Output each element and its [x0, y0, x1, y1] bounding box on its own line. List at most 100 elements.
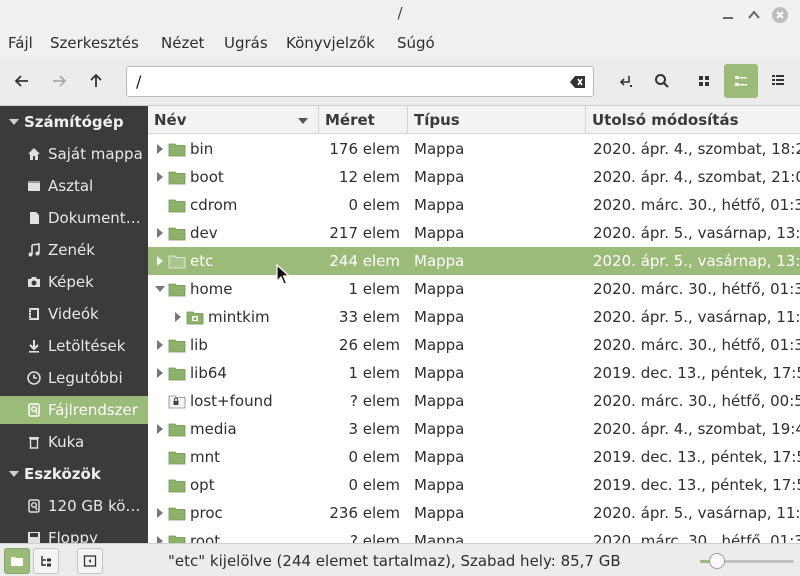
- forward-button[interactable]: [42, 64, 76, 98]
- file-name: mnt: [190, 448, 220, 466]
- chevron-right-icon[interactable]: [157, 424, 163, 434]
- compact-view-button[interactable]: [761, 64, 795, 98]
- file-modified: 2020. ápr. 4., szombat, 21:02: [593, 168, 800, 186]
- menu-file[interactable]: Fájl: [8, 34, 33, 52]
- sidebar-item-filesystem[interactable]: Fájlrendszer: [0, 396, 148, 424]
- hide-sidebar-button[interactable]: [77, 548, 103, 574]
- sidebar-item-volume[interactable]: 120 GB kötet: [0, 492, 148, 520]
- sidebar-item-music[interactable]: Zenék: [0, 236, 148, 264]
- file-modified: 2020. márc. 30., hétfő, 01:34: [593, 336, 800, 354]
- file-type: Mappa: [414, 252, 465, 270]
- clock-icon: [26, 370, 42, 386]
- file-name: home: [190, 280, 233, 298]
- grid-icon: [699, 76, 709, 86]
- chevron-right-icon[interactable]: [157, 256, 163, 266]
- column-name[interactable]: Név: [148, 106, 319, 134]
- table-row[interactable]: media 3 elem Mappa 2020. ápr. 4., szombat, …: [148, 415, 800, 443]
- sidebar-item-trash[interactable]: Kuka: [0, 428, 148, 456]
- chevron-right-icon[interactable]: [157, 340, 163, 350]
- table-row[interactable]: etc 244 elem Mappa 2020. ápr. 5., vasárnap,…: [148, 247, 800, 275]
- sidebar-item-recent[interactable]: Legutóbbi: [0, 364, 148, 392]
- table-row[interactable]: dev 217 elem Mappa 2020. ápr. 5., vasárnap,…: [148, 219, 800, 247]
- table-row[interactable]: home 1 elem Mappa 2020. márc. 30., hétfő, 0…: [148, 275, 800, 303]
- drive-icon: [26, 402, 42, 418]
- file-size: 33 elem: [338, 308, 400, 326]
- column-type[interactable]: Típus: [408, 106, 586, 134]
- chevron-right-icon[interactable]: [175, 312, 181, 322]
- file-size: ? elem: [350, 392, 400, 410]
- title-bar: /: [0, 0, 800, 30]
- minimize-button[interactable]: [718, 5, 738, 25]
- music-icon: [26, 242, 42, 258]
- sidebar: Számítógép Saját mappa Asztal Dokumentum…: [0, 106, 148, 543]
- show-tree-button[interactable]: [33, 548, 59, 574]
- table-row[interactable]: root ? elem Mappa 2020. márc. 30., hétfő, 0…: [148, 527, 800, 543]
- zoom-slider-handle[interactable]: [709, 553, 725, 569]
- location-text[interactable]: /: [136, 72, 141, 91]
- file-size: 217 elem: [329, 224, 400, 242]
- table-row[interactable]: mintkim 33 elem Mappa 2020. ápr. 5., vasárn…: [148, 303, 800, 331]
- file-size: 0 elem: [348, 476, 400, 494]
- table-row[interactable]: proc 236 elem Mappa 2020. ápr. 5., vasárnap…: [148, 499, 800, 527]
- sidebar-item-desktop[interactable]: Asztal: [0, 172, 148, 200]
- table-row[interactable]: bin 176 elem Mappa 2020. ápr. 4., szombat, …: [148, 135, 800, 163]
- maximize-button[interactable]: [744, 5, 764, 25]
- arrow-left-icon: [14, 75, 28, 87]
- sidebar-item-downloads[interactable]: Letöltések: [0, 332, 148, 360]
- sidebar-item-home[interactable]: Saját mappa: [0, 140, 148, 168]
- file-name: lib64: [190, 364, 227, 382]
- folder-icon: [168, 141, 186, 157]
- table-row[interactable]: lib 26 elem Mappa 2020. márc. 30., hétfő, 0…: [148, 331, 800, 359]
- back-button[interactable]: [5, 64, 39, 98]
- table-row[interactable]: lib64 1 elem Mappa 2019. dec. 13., péntek, …: [148, 359, 800, 387]
- menu-bookmarks[interactable]: Könyvjelzők: [286, 34, 375, 52]
- chevron-right-icon[interactable]: [157, 368, 163, 378]
- table-row[interactable]: opt 0 elem Mappa 2019. dec. 13., péntek, 17…: [148, 471, 800, 499]
- menu-edit[interactable]: Szerkesztés: [50, 34, 139, 52]
- sidebar-item-documents[interactable]: Dokumentumok: [0, 204, 148, 232]
- file-name: bin: [190, 140, 214, 158]
- folder-icon: [168, 449, 186, 465]
- chevron-right-icon[interactable]: [157, 144, 163, 154]
- chevron-right-icon[interactable]: [157, 508, 163, 518]
- floppy-icon: [26, 530, 42, 543]
- menu-go[interactable]: Ugrás: [224, 34, 268, 52]
- table-row[interactable]: lost+found ? elem Mappa 2020. márc. 30., hé…: [148, 387, 800, 415]
- close-button[interactable]: [770, 5, 790, 25]
- folder-icon: [168, 281, 186, 297]
- window-title: /: [397, 4, 403, 22]
- table-row[interactable]: boot 12 elem Mappa 2020. ápr. 4., szombat, …: [148, 163, 800, 191]
- table-row[interactable]: mnt 0 elem Mappa 2019. dec. 13., péntek, 17…: [148, 443, 800, 471]
- sidebar-section-computer[interactable]: Számítógép: [0, 108, 148, 136]
- chevron-right-icon[interactable]: [157, 228, 163, 238]
- file-size: 3 elem: [348, 420, 400, 438]
- column-header: Név Méret Típus Utolsó módosítás: [148, 106, 800, 134]
- file-modified: 2020. ápr. 5., vasárnap, 11:42: [593, 308, 800, 326]
- location-bar[interactable]: /: [126, 66, 594, 97]
- list-view-button[interactable]: [724, 64, 758, 98]
- file-name: media: [190, 420, 237, 438]
- file-type: Mappa: [414, 140, 465, 158]
- sidebar-item-floppy[interactable]: Floppy: [0, 524, 148, 543]
- column-size[interactable]: Méret: [319, 106, 408, 134]
- sidebar-item-videos[interactable]: Videók: [0, 300, 148, 328]
- search-button[interactable]: [645, 64, 679, 98]
- tree-icon: [41, 556, 51, 567]
- chevron-down-icon[interactable]: [155, 286, 165, 292]
- table-row[interactable]: cdrom 0 elem Mappa 2020. márc. 30., hétfő, …: [148, 191, 800, 219]
- chevron-right-icon[interactable]: [157, 536, 163, 543]
- icon-view-button[interactable]: [687, 64, 721, 98]
- menu-help[interactable]: Súgó: [397, 34, 435, 52]
- chevron-right-icon[interactable]: [157, 172, 163, 182]
- sidebar-item-pictures[interactable]: Képek: [0, 268, 148, 296]
- column-modified[interactable]: Utolsó módosítás: [586, 106, 800, 134]
- file-name: opt: [190, 476, 215, 494]
- menu-view[interactable]: Nézet: [161, 34, 204, 52]
- toggle-location-button[interactable]: [609, 64, 643, 98]
- folder-icon: [168, 225, 186, 241]
- sidebar-section-devices[interactable]: Eszközök: [0, 460, 148, 488]
- clear-icon[interactable]: [569, 73, 587, 91]
- up-button[interactable]: [79, 64, 113, 98]
- show-places-button[interactable]: [4, 548, 30, 574]
- file-modified: 2020. ápr. 5., vasárnap, 13:05: [593, 224, 800, 242]
